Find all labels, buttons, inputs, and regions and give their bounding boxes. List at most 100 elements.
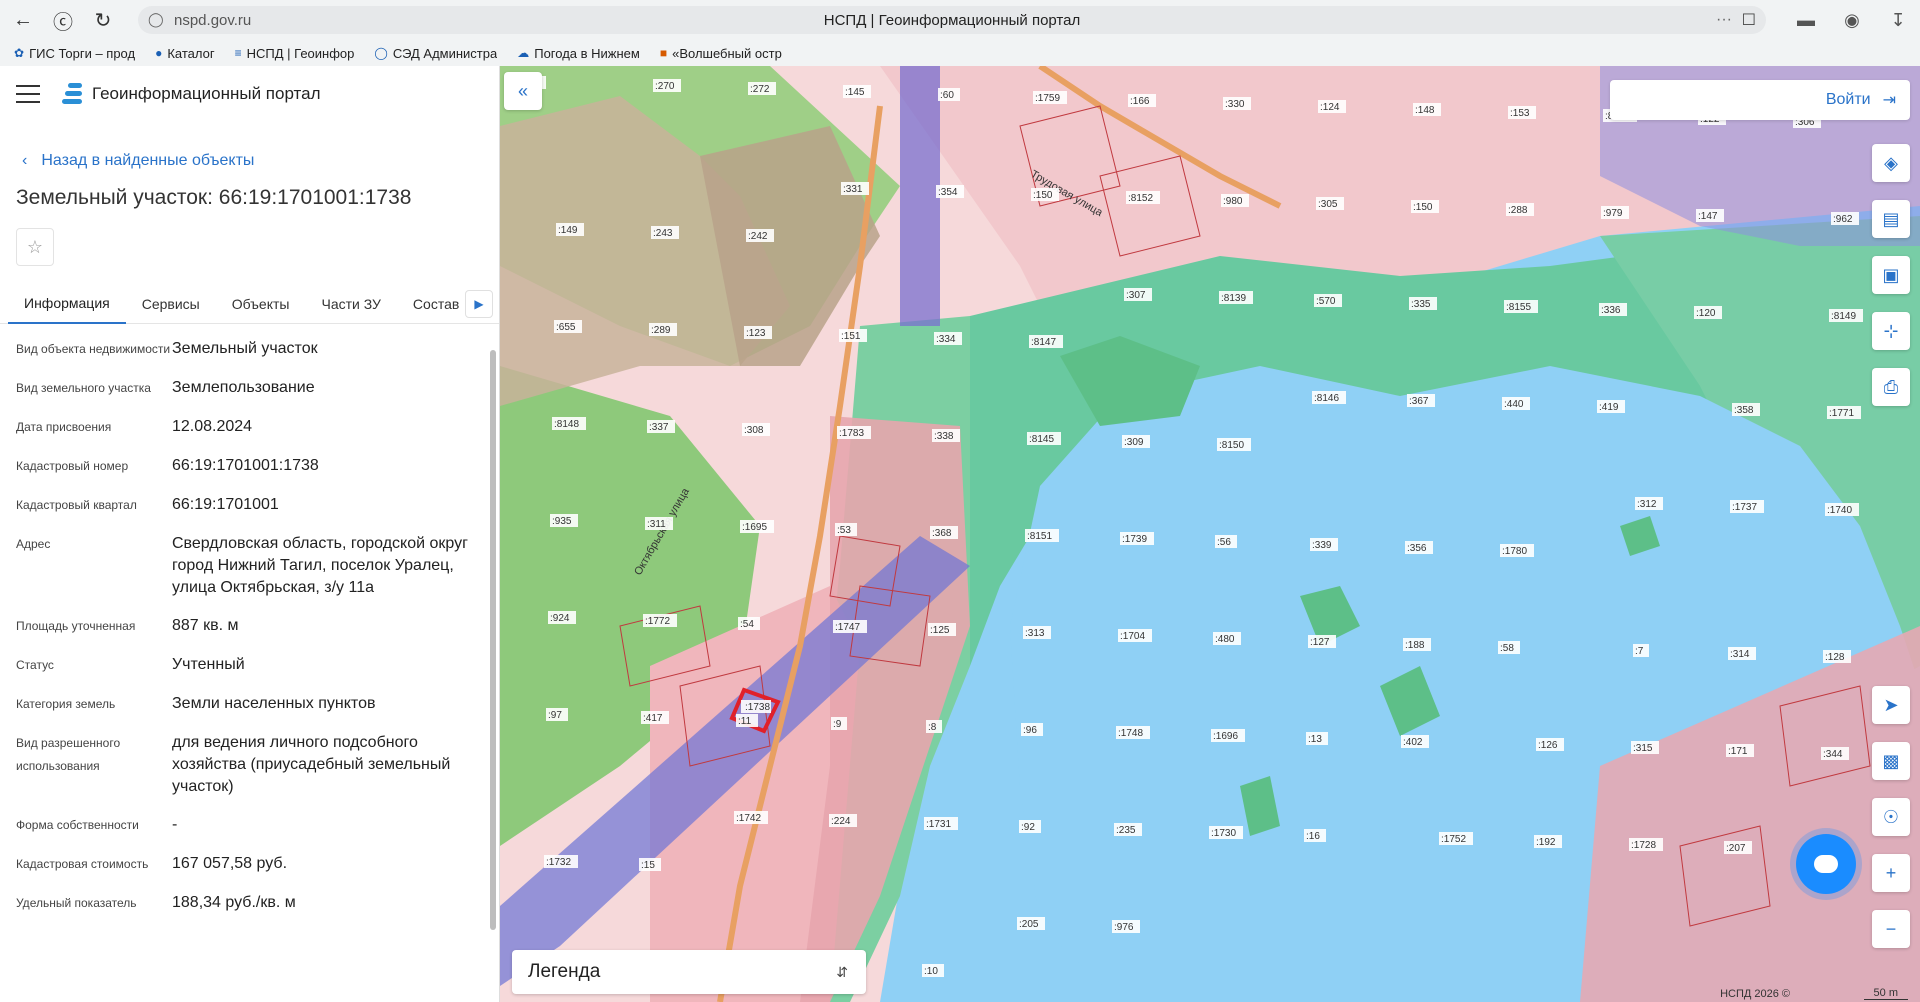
login-icon: ⇥: [1882, 92, 1896, 109]
parcel-label: :338: [934, 431, 954, 442]
zoom-out-icon[interactable]: −: [1872, 910, 1910, 948]
bookmark-icon[interactable]: ☐: [1742, 10, 1756, 30]
parcel-label: :13: [1308, 734, 1322, 745]
parcel-label: :205: [1019, 919, 1039, 930]
back-link-label: Назад в найденные объекты: [41, 152, 255, 169]
parcel-label: :935: [552, 516, 572, 527]
parcel-label: :1783: [839, 428, 864, 439]
layers-icon[interactable]: ◈: [1872, 144, 1910, 182]
parcel-label: :272: [750, 84, 770, 95]
bookmark-item[interactable]: ≡ НСПД | Геоинфор: [235, 46, 355, 61]
property-row: Площадь уточненная 887 кв. м: [16, 617, 239, 634]
parcel-label: :171: [1728, 746, 1748, 757]
parcel-label: :1780: [1502, 546, 1527, 557]
parcel-label: :1742: [736, 813, 761, 824]
legend-label: Легенда: [528, 961, 601, 982]
parcel-label: :1739: [1122, 534, 1147, 545]
panel-header: Геоинформационный портал: [0, 66, 499, 122]
tab-composition[interactable]: Состав: [397, 284, 475, 324]
back-arrow-icon[interactable]: ←: [6, 3, 40, 37]
parcel-label: :305: [1318, 199, 1338, 210]
parcel-label: :288: [1508, 205, 1528, 216]
bookmark-item[interactable]: ◯ СЭД Администра: [374, 46, 497, 61]
browser-toolbar: ← ⓒ ↻ ◯ nspd.gov.ru НСПД | Геоинформацио…: [0, 0, 1920, 40]
chat-icon[interactable]: [1796, 834, 1856, 894]
parcel-label: :1772: [645, 616, 670, 627]
parcel-label: :655: [556, 322, 576, 333]
parcel-label: :149: [558, 225, 578, 236]
tab-services[interactable]: Сервисы: [126, 284, 216, 324]
parcel-label: :337: [649, 422, 669, 433]
tab-objects[interactable]: Объекты: [216, 284, 306, 324]
profile-icon[interactable]: ◉: [1838, 6, 1866, 34]
parcel-label: :962: [1833, 214, 1853, 225]
parcel-label: :311: [647, 519, 666, 530]
parcel-label: :147: [1698, 211, 1718, 222]
parcel-label: :8151: [1027, 531, 1052, 542]
parcel-label: :15: [641, 860, 655, 871]
parcel-label: :16: [1306, 831, 1320, 842]
reload-icon[interactable]: ↻: [86, 3, 120, 37]
parcel-label: :150: [1413, 202, 1433, 213]
sed-icon: ◯: [374, 46, 388, 60]
extension-icon[interactable]: ▬: [1792, 6, 1820, 34]
parcel-label: :270: [655, 81, 675, 92]
bookmark-item[interactable]: ☁ Погода в Нижнем: [517, 46, 640, 61]
map-view[interactable]: :1738 Октябрьская улица Трудовая улица :…: [500, 66, 1920, 1002]
copyright: НСПД 2026 ©: [1720, 988, 1790, 1000]
parcel-label: :309: [1124, 437, 1144, 448]
minimap-icon[interactable]: ▩: [1872, 742, 1910, 780]
legend-dropdown[interactable]: Легенда ⇵: [512, 950, 866, 994]
geo-search-icon[interactable]: ☉: [1872, 798, 1910, 836]
parcel-label: :125: [930, 625, 950, 636]
download-icon[interactable]: ↧: [1884, 6, 1912, 34]
parcel-label: :308: [744, 425, 764, 436]
parcel-label: :60: [940, 90, 954, 101]
area-select-icon[interactable]: ▣: [1872, 256, 1910, 294]
parcel-label: :570: [1316, 296, 1336, 307]
scrollbar-thumb[interactable]: [490, 350, 496, 930]
bookmark-item[interactable]: ✿ ГИС Торги – прод: [14, 46, 135, 61]
ruler-icon[interactable]: ▤: [1872, 200, 1910, 238]
parcel-label: :92: [1021, 822, 1035, 833]
menu-icon[interactable]: [16, 85, 40, 103]
map-canvas[interactable]: :1738 Октябрьская улица Трудовая улица :…: [500, 66, 1920, 1002]
tab-info[interactable]: Информация: [8, 284, 126, 324]
parcel-label: :10: [924, 966, 938, 977]
address-bar[interactable]: ◯ nspd.gov.ru НСПД | Геоинформационный п…: [138, 6, 1766, 34]
bookmark-item[interactable]: ● Каталог: [155, 46, 215, 61]
print-icon[interactable]: ⎙: [1872, 368, 1910, 406]
favorite-star-icon[interactable]: ☆: [16, 228, 54, 266]
tabs-next-icon[interactable]: ▶: [465, 290, 493, 318]
chevron-left-icon: ‹: [22, 152, 28, 169]
parcel-label: :188: [1405, 640, 1425, 651]
parcel-label: :207: [1726, 843, 1746, 854]
parcel-label: :11: [738, 716, 752, 727]
bookmark-item[interactable]: ■ «Волшебный остр: [660, 46, 782, 61]
login-button[interactable]: Войти ⇥: [1610, 80, 1910, 120]
property-row: Категория земель Земли населенных пунктов: [16, 695, 376, 712]
back-to-results-link[interactable]: ‹ Назад в найденные объекты: [22, 152, 499, 170]
parcel-label: :979: [1603, 208, 1623, 219]
yandex-icon[interactable]: ⓒ: [46, 3, 80, 37]
parcel-label: :367: [1409, 396, 1429, 407]
parcel-label: :336: [1601, 305, 1621, 316]
parcel-label: :54: [740, 619, 754, 630]
parcel-label: :150: [1033, 190, 1053, 201]
parcel-label: :368: [932, 528, 952, 539]
parcel-label: :1740: [1827, 505, 1852, 516]
property-row: Вид разрешенного использования для ведени…: [16, 734, 451, 795]
parcel-label: :8139: [1221, 293, 1246, 304]
share-icon[interactable]: ⊹: [1872, 312, 1910, 350]
more-icon[interactable]: ···: [1716, 11, 1732, 29]
panel-scrollbar[interactable]: [489, 326, 497, 1002]
parcel-label: :1732: [546, 857, 571, 868]
parcel-label: :8147: [1031, 337, 1056, 348]
collapse-panel-icon[interactable]: «: [504, 72, 542, 110]
parcel-label: :96: [1023, 725, 1037, 736]
locate-icon[interactable]: ➤: [1872, 686, 1910, 724]
tab-parts[interactable]: Части ЗУ: [305, 284, 396, 324]
parcel-label: :1695: [742, 522, 767, 533]
parcel-label: :127: [1310, 637, 1330, 648]
zoom-in-icon[interactable]: +: [1872, 854, 1910, 892]
